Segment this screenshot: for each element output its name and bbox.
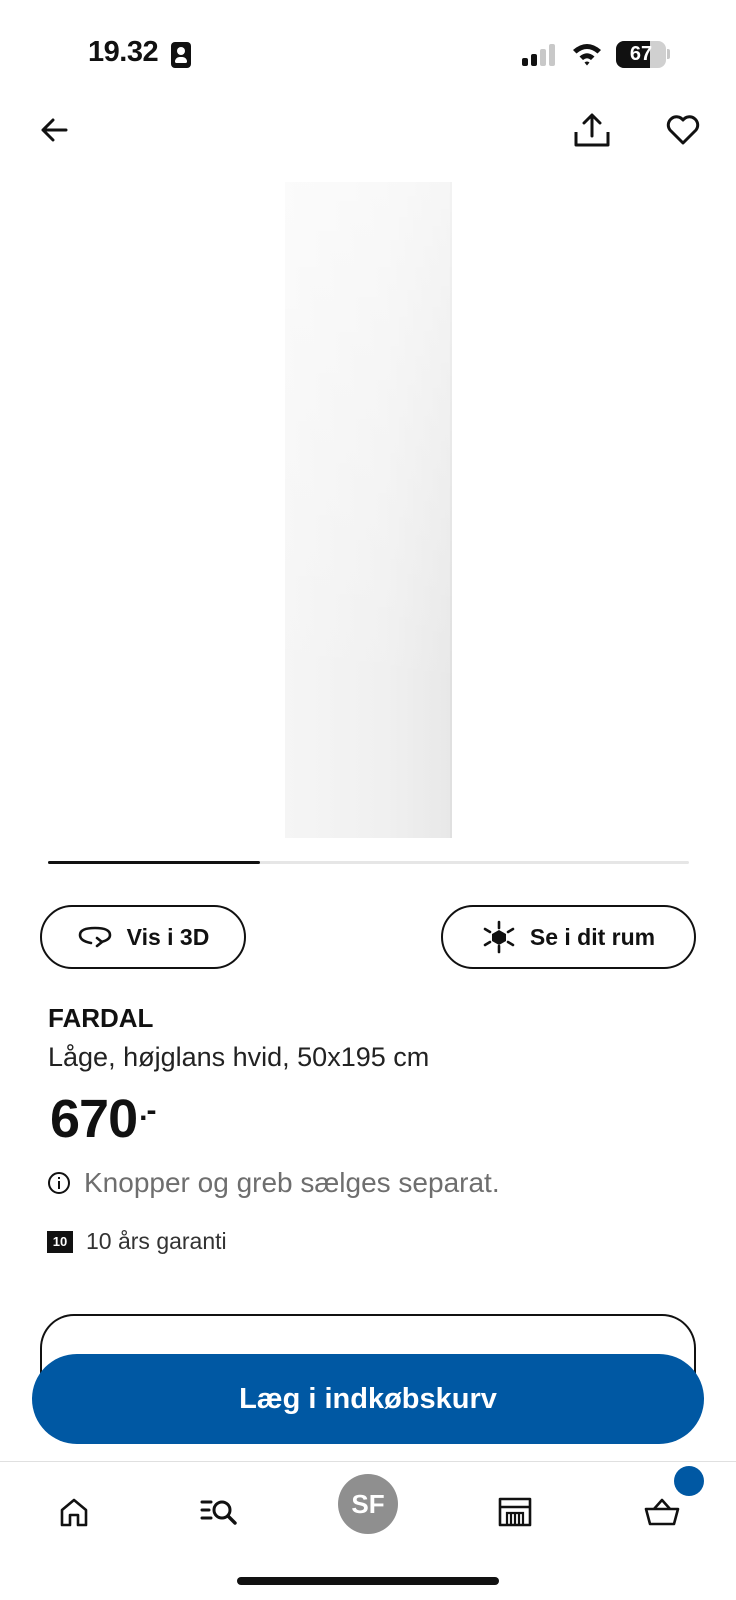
view-3d-button[interactable]: Vis i 3D [40, 905, 246, 969]
product-description: Låge, højglans hvid, 50x195 cm [48, 1042, 430, 1072]
product-name: FARDAL [48, 1003, 154, 1033]
id-card-icon [171, 42, 191, 68]
see-in-room-button[interactable]: Se i dit rum [441, 905, 696, 969]
battery-cap [667, 49, 670, 59]
info-note: Knopper og greb sælges separat. [48, 1167, 500, 1199]
carousel-indicator [48, 861, 689, 864]
product-image[interactable] [285, 182, 452, 838]
price-suffix: .- [139, 1094, 156, 1127]
view-3d-label: Vis i 3D [126, 923, 210, 950]
store-icon [498, 1497, 532, 1527]
tab-search[interactable] [190, 1482, 250, 1542]
carousel-indicator-progress [48, 861, 260, 864]
arrow-left-icon[interactable] [38, 114, 70, 146]
battery-icon: 67 [616, 41, 666, 68]
signal-icon [522, 44, 555, 66]
share-icon[interactable] [573, 112, 611, 148]
basket-icon [644, 1498, 680, 1526]
home-icon [60, 1498, 88, 1527]
tab-home[interactable] [44, 1482, 104, 1542]
ar-cube-icon [483, 920, 515, 954]
product-price: 670.- [50, 1088, 156, 1150]
cart-badge [674, 1466, 704, 1496]
warranty-text: 10 års garanti [86, 1228, 227, 1254]
see-in-room-label: Se i dit rum [529, 923, 656, 950]
profile-avatar[interactable]: SF [338, 1474, 398, 1534]
status-time: 19.32 [88, 36, 159, 68]
home-indicator [237, 1577, 499, 1585]
warranty-badge-icon: 10 [47, 1230, 73, 1253]
heart-icon[interactable] [666, 115, 700, 145]
info-note-text: Knopper og greb sælges separat. [84, 1167, 500, 1198]
rotate-3d-icon [78, 926, 111, 948]
price-value: 670 [50, 1089, 138, 1149]
wifi-icon [573, 44, 601, 66]
info-icon [48, 1172, 70, 1194]
tab-store[interactable] [485, 1482, 545, 1542]
search-list-icon [200, 1500, 237, 1525]
warranty-row: 10 10 års garanti [47, 1228, 227, 1255]
tabbar-divider [0, 1461, 736, 1462]
battery-level: 67 [629, 43, 653, 65]
add-to-cart-button[interactable]: Læg i indkøbskurv [32, 1354, 704, 1444]
